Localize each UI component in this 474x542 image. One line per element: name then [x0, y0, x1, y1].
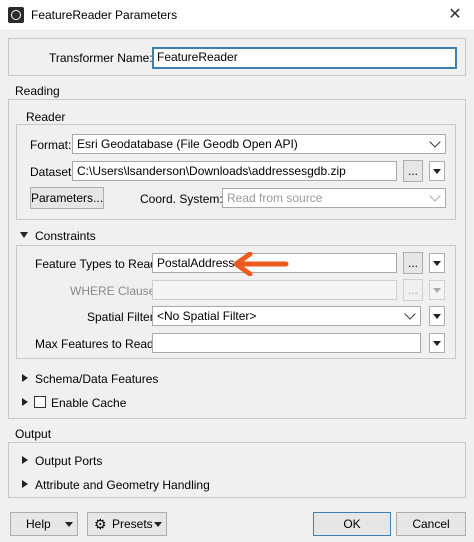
presets-button-label: Presets [112, 517, 153, 531]
feature-types-menu-button[interactable] [429, 253, 445, 273]
app-icon [8, 7, 24, 23]
format-label: Format: [30, 138, 72, 152]
reading-section-title: Reading [15, 84, 60, 98]
format-select[interactable]: Esri Geodatabase (File Geodb Open API) [72, 134, 446, 154]
coord-system-placeholder: Read from source [227, 191, 323, 205]
gear-icon: ⚙ [94, 516, 107, 532]
where-clause-browse-button: ... [403, 279, 423, 301]
where-clause-menu-button [429, 280, 445, 300]
expand-right-icon[interactable] [22, 456, 28, 464]
coord-system-label: Coord. System: [140, 192, 223, 206]
feature-types-label: Feature Types to Read: [35, 257, 161, 271]
presets-button[interactable]: ⚙ Presets [87, 512, 167, 536]
constraints-section-title[interactable]: Constraints [35, 229, 96, 243]
ok-button[interactable]: OK [313, 512, 391, 536]
parameters-button[interactable]: Parameters... [30, 187, 104, 209]
dataset-menu-button[interactable] [429, 161, 445, 181]
help-button-label: Help [26, 517, 51, 531]
reader-section-title: Reader [26, 110, 66, 124]
max-features-label: Max Features to Read: [35, 337, 158, 351]
spatial-filter-select[interactable]: <No Spatial Filter> [152, 306, 421, 326]
chevron-down-icon [404, 308, 416, 320]
transformer-name-label: Transformer Name: [49, 51, 153, 65]
chevron-down-icon [429, 190, 441, 202]
spatial-filter-label: Spatial Filter: [87, 310, 158, 324]
dataset-input[interactable]: C:\Users\lsanderson\Downloads\addressesg… [72, 161, 397, 181]
output-ports-title[interactable]: Output Ports [35, 454, 102, 468]
title-bar: FeatureReader Parameters ✕ [0, 0, 474, 31]
schema-section-title[interactable]: Schema/Data Features [35, 372, 158, 386]
dataset-browse-button[interactable]: ... [403, 160, 423, 182]
help-button[interactable]: Help [10, 512, 78, 536]
chevron-down-icon [429, 136, 441, 148]
window-title: FeatureReader Parameters [31, 8, 178, 22]
dataset-label: Dataset: [30, 165, 75, 179]
expand-right-icon[interactable] [22, 480, 28, 488]
transformer-name-input[interactable]: FeatureReader [152, 47, 457, 69]
spatial-filter-menu-button[interactable] [429, 306, 445, 326]
coord-system-select[interactable]: Read from source [222, 188, 446, 208]
annotation-arrow-icon [233, 252, 289, 276]
spatial-filter-value: <No Spatial Filter> [157, 309, 257, 323]
where-clause-input [152, 280, 397, 300]
expand-right-icon[interactable] [22, 398, 28, 406]
expand-right-icon[interactable] [22, 374, 28, 382]
output-section-title: Output [15, 427, 52, 441]
help-dropdown-icon [65, 522, 73, 527]
feature-types-browse-button[interactable]: ... [403, 252, 423, 274]
enable-cache-checkbox[interactable] [34, 396, 46, 408]
cancel-button[interactable]: Cancel [396, 512, 466, 536]
presets-dropdown-icon [154, 522, 162, 527]
where-clause-label: WHERE Clause: [70, 284, 159, 298]
max-features-menu-button[interactable] [429, 333, 445, 353]
enable-cache-label: Enable Cache [51, 396, 127, 410]
close-icon[interactable]: ✕ [444, 4, 466, 26]
max-features-input[interactable] [152, 333, 421, 353]
format-select-value: Esri Geodatabase (File Geodb Open API) [77, 137, 298, 151]
expand-down-icon[interactable] [20, 232, 28, 238]
attribute-geometry-title[interactable]: Attribute and Geometry Handling [35, 478, 210, 492]
